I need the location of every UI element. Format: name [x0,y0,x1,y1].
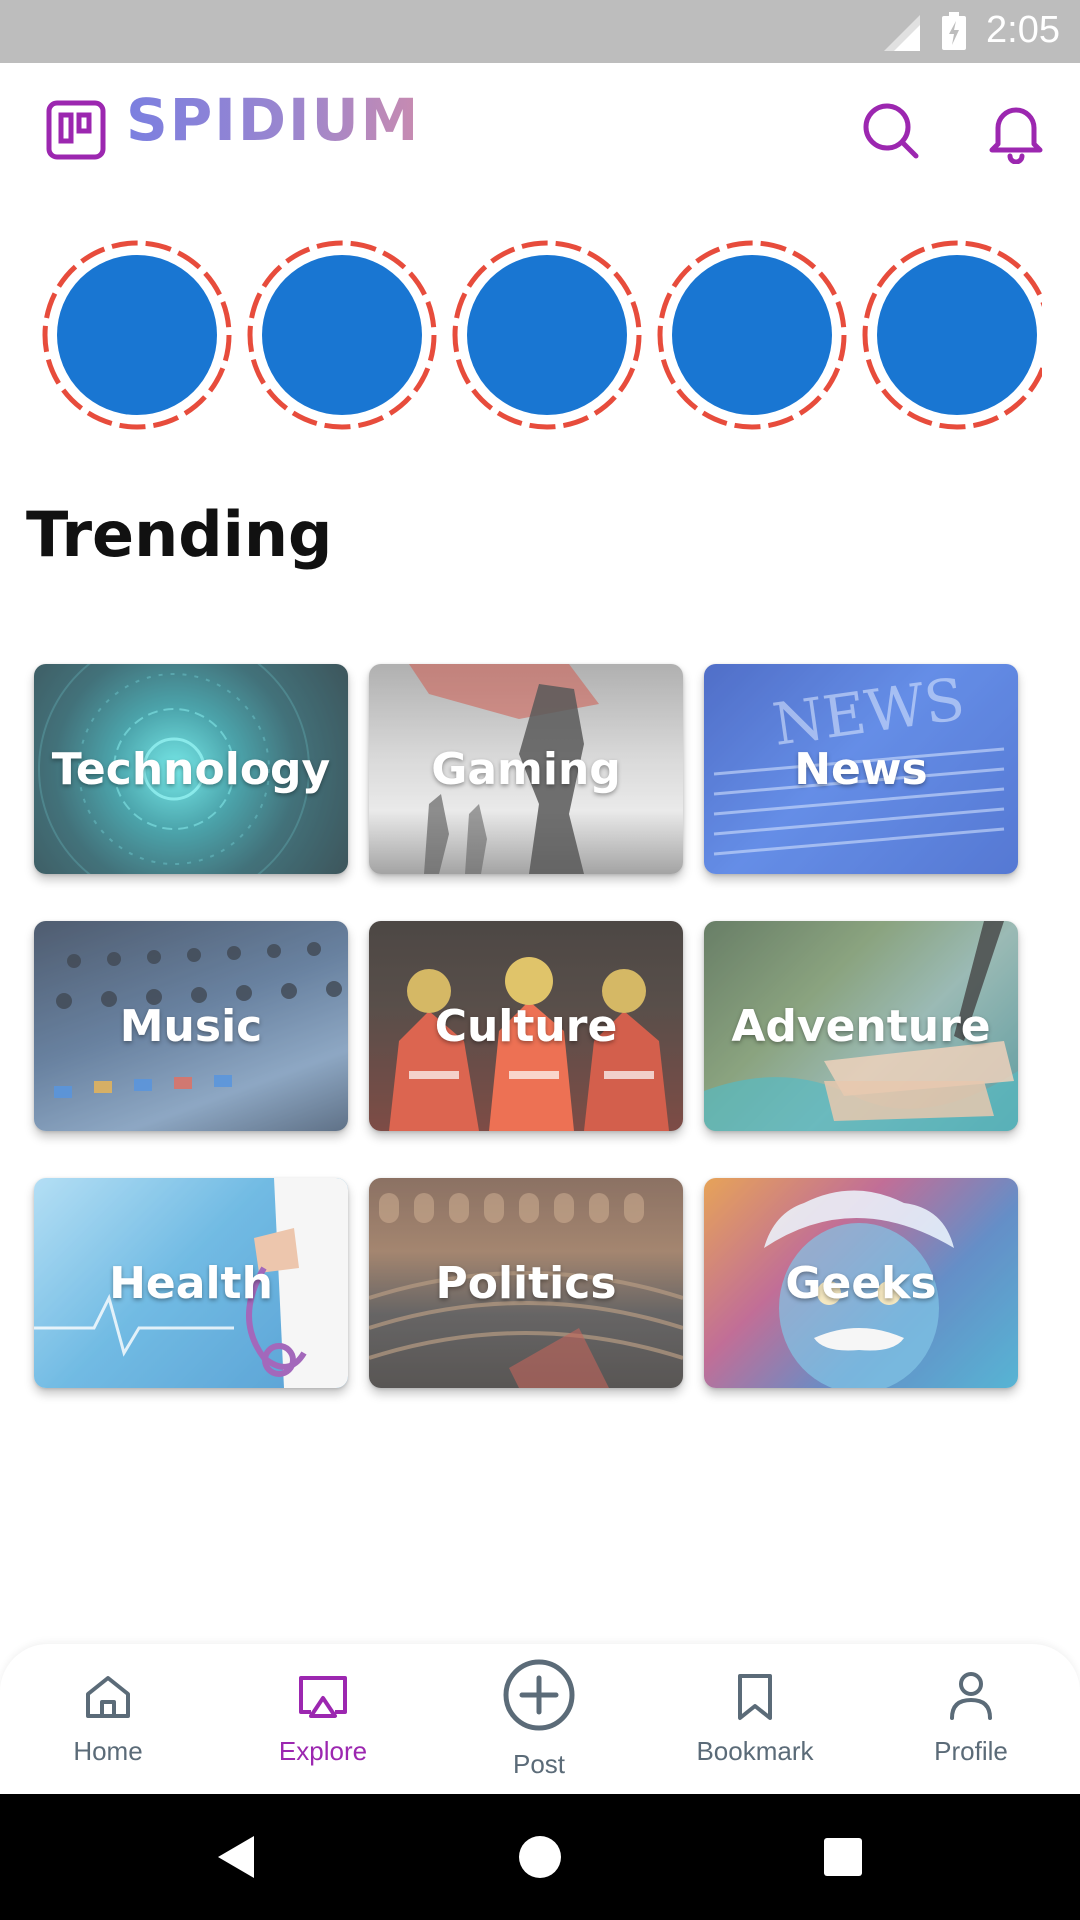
category-tile-adventure[interactable]: Adventure [704,921,1018,1131]
category-label: News [794,743,928,795]
category-tile-technology[interactable]: Technology [34,664,348,874]
recents-icon[interactable] [823,1837,863,1877]
nav-label: Explore [278,1736,368,1766]
category-label: Technology [51,743,331,795]
nav-label: Home [73,1736,143,1766]
cell-signal-icon [884,15,920,51]
category-label: Music [119,1000,263,1052]
category-tile-culture[interactable]: Culture [369,921,683,1131]
category-label: Gaming [431,743,621,795]
category-tile-news[interactable]: NEWS News [704,664,1018,874]
category-label: Geeks [785,1257,937,1309]
story-avatar[interactable] [860,238,1042,432]
story-avatar[interactable] [245,238,439,432]
system-home-icon[interactable] [518,1835,562,1879]
nav-label: Post [512,1749,566,1779]
nav-profile[interactable]: Profile [881,1644,1061,1794]
system-nav-bar [0,1794,1080,1920]
profile-icon [950,1672,992,1720]
home-icon [86,1676,130,1718]
category-tile-gaming[interactable]: Gaming [369,664,683,874]
back-icon[interactable] [214,1834,258,1880]
search-icon[interactable] [860,100,920,160]
battery-charging-icon [942,12,966,50]
stories-row [40,238,1042,434]
nav-explore[interactable]: Explore [233,1644,413,1794]
nav-label: Profile [934,1736,1008,1766]
nav-home[interactable]: Home [18,1644,198,1794]
category-tile-health[interactable]: Health [34,1178,348,1388]
category-label: Health [109,1257,273,1309]
category-tile-geeks[interactable]: Geeks [704,1178,1018,1388]
nav-label: Bookmark [696,1736,814,1766]
status-time: 2:05 [986,9,1060,51]
category-label: Adventure [731,1000,991,1052]
nav-post[interactable]: Post [449,1644,629,1794]
status-bar: 2:05 [0,0,1080,63]
bookmark-icon [738,1674,772,1720]
category-tile-music[interactable]: Music [34,921,348,1131]
board-icon [46,100,106,160]
story-avatar[interactable] [450,238,644,432]
nav-bookmark[interactable]: Bookmark [665,1644,845,1794]
app-title: SPIDIUM [126,86,421,154]
bell-icon[interactable] [986,100,1046,164]
bottom-nav: Home Explore Post Bookmark Profile [0,1644,1080,1794]
story-avatar[interactable] [655,238,849,432]
category-label: Culture [434,1000,618,1052]
story-avatar[interactable] [40,238,234,432]
category-tile-politics[interactable]: Politics [369,1178,683,1388]
trending-title: Trending [26,498,333,571]
add-circle-icon [503,1659,575,1731]
explore-icon [299,1676,347,1718]
category-label: Politics [435,1257,617,1309]
